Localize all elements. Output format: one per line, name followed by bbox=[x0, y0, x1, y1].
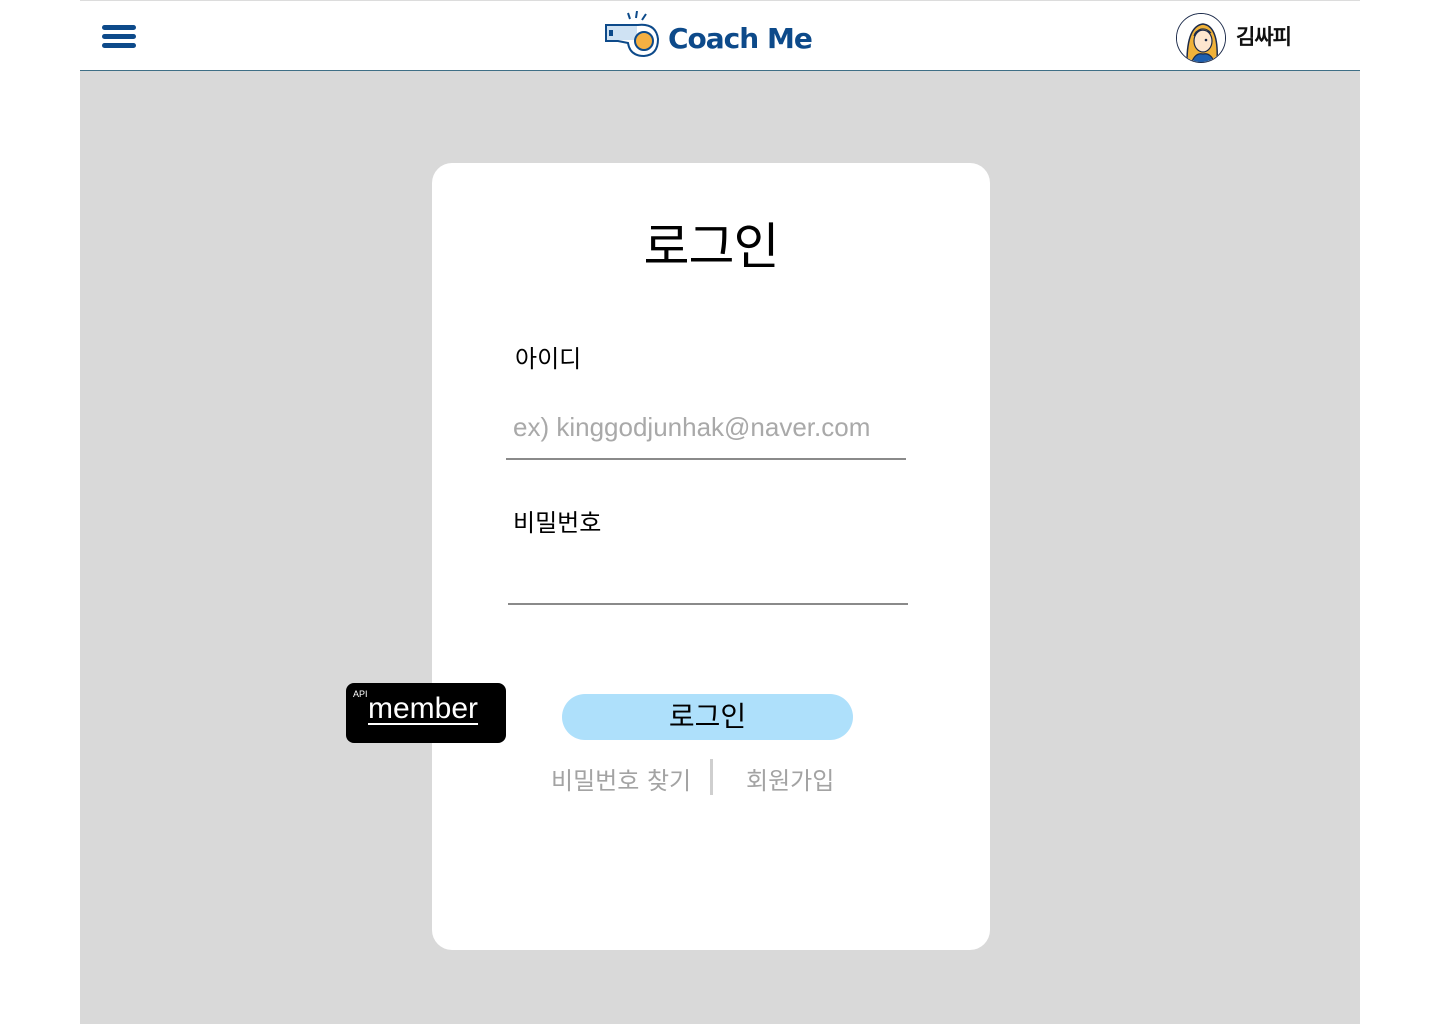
password-input-underline bbox=[508, 603, 908, 605]
user-avatar-icon bbox=[1176, 13, 1226, 63]
whistle-icon bbox=[605, 11, 660, 58]
user-name: 김싸피 bbox=[1236, 25, 1292, 49]
top-navigation-bar: Coach Me 김싸피 bbox=[80, 0, 1360, 71]
id-input[interactable] bbox=[507, 405, 907, 449]
page-frame: Coach Me 김싸피 로그인 아이디 비밀번호 로그인 bbox=[80, 0, 1360, 1024]
id-input-underline bbox=[506, 458, 906, 460]
hamburger-menu-icon[interactable] bbox=[102, 25, 136, 49]
api-member-badge[interactable]: API member bbox=[346, 683, 506, 743]
password-label: 비밀번호 bbox=[513, 509, 602, 537]
find-password-link[interactable]: 비밀번호 찾기 bbox=[551, 761, 691, 796]
user-profile[interactable]: 김싸피 bbox=[1176, 13, 1292, 63]
login-title: 로그인 bbox=[643, 218, 780, 276]
link-separator bbox=[710, 759, 713, 795]
login-card: 로그인 아이디 비밀번호 로그인 비밀번호 찾기 회원가입 bbox=[432, 163, 990, 950]
password-input[interactable] bbox=[508, 549, 908, 593]
signup-link[interactable]: 회원가입 bbox=[746, 761, 834, 796]
login-button[interactable]: 로그인 bbox=[562, 694, 853, 740]
logo[interactable]: Coach Me bbox=[604, 11, 813, 61]
api-name: member bbox=[368, 692, 479, 725]
auth-links: 비밀번호 찾기 회원가입 bbox=[432, 755, 990, 795]
api-tag: API bbox=[353, 689, 368, 699]
id-label: 아이디 bbox=[515, 345, 582, 373]
logo-text: Coach Me bbox=[668, 21, 813, 55]
